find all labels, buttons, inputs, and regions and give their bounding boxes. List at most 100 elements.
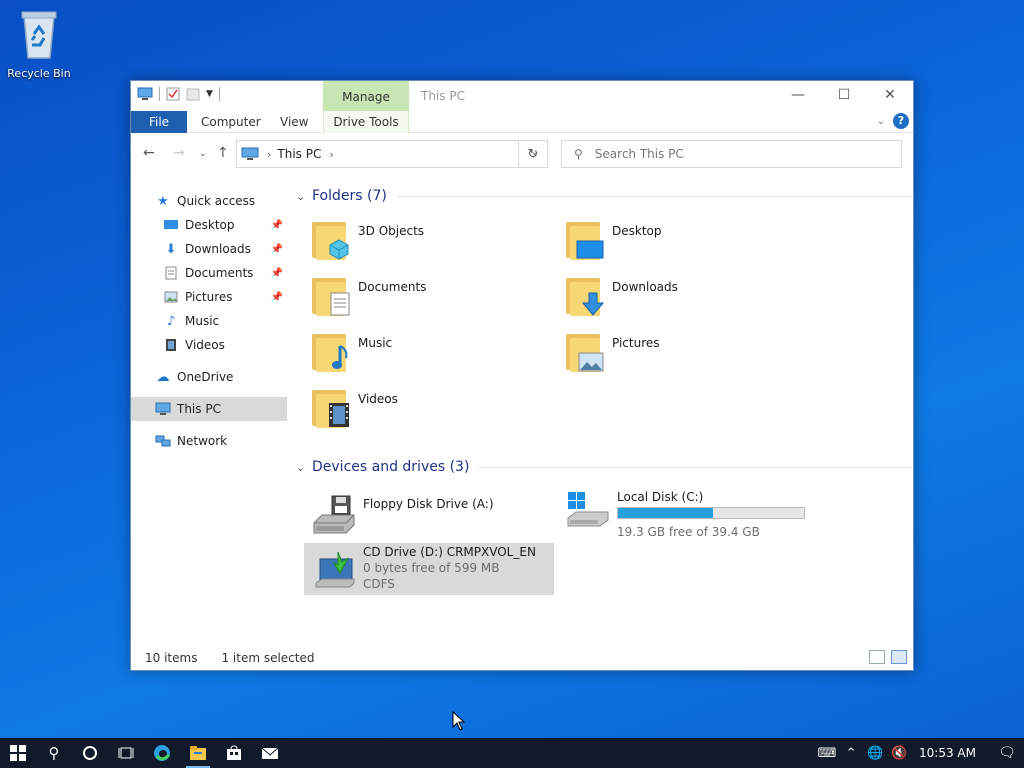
maximize-button[interactable]: ☐ [821,81,867,109]
folder-tile-videos[interactable]: Videos [296,382,546,434]
folder-tile-pictures[interactable]: Pictures [550,326,800,378]
search-box[interactable]: ⚲ [561,140,902,168]
nav-label: OneDrive [177,370,234,384]
task-view-icon [118,747,134,759]
network-globe-icon[interactable]: 🌐 [863,746,887,761]
volume-muted-icon[interactable]: 🔇 [887,746,911,761]
back-arrow-icon[interactable]: ← [143,145,155,161]
address-bar[interactable]: › This PC › ⌄ [236,140,548,168]
mail-icon [261,747,279,759]
up-arrow-icon[interactable]: ↑ [217,145,229,161]
folder-tile-desktop[interactable]: Desktop [550,214,800,266]
nav-label: Downloads [185,242,251,256]
drives-group-header[interactable]: ⌄ Devices and drives (3) [296,457,911,477]
nav-item-documents[interactable]: Documents 📌 [131,261,287,285]
expand-ribbon-icon[interactable]: ⌄ [877,116,885,127]
chevron-down-icon[interactable]: ⌄ [296,461,306,474]
search-icon: ⚲ [574,147,583,161]
system-tray: ⌨ ⌃ 🌐 🔇 10:53 AM 🗨 [815,738,1024,768]
folder-name: Desktop [612,224,662,238]
document-icon [163,265,179,281]
taskbar-mail[interactable] [252,738,288,768]
nav-item-music[interactable]: ♪ Music [131,309,287,333]
title-bar[interactable]: ▼ Manage This PC — ☐ ✕ [131,81,913,111]
file-explorer-window[interactable]: ▼ Manage This PC — ☐ ✕ File Computer Vie… [130,80,914,671]
folder-tile-downloads[interactable]: Downloads [550,270,800,322]
cloud-icon: ☁ [156,369,170,385]
show-hidden-icons-chevron-icon[interactable]: ⌃ [839,746,863,761]
breadcrumb-this-pc[interactable]: This PC [277,147,321,161]
status-selection: 1 item selected [221,651,315,665]
folder-icon [312,386,354,430]
refresh-button[interactable]: ↻ [518,140,548,168]
nav-this-pc[interactable]: This PC [131,397,287,421]
drive-filesystem: CDFS [363,577,395,591]
clock[interactable]: 10:53 AM [919,746,976,760]
film-icon [163,337,179,353]
folder-tile-3d-objects[interactable]: 3D Objects [296,214,546,266]
nav-network[interactable]: Network [131,429,287,453]
pin-icon[interactable]: 📌 [271,244,283,255]
folders-group-header[interactable]: ⌄ Folders (7) [296,186,911,206]
pin-icon[interactable]: 📌 [271,292,283,303]
drives-grid: Floppy Disk Drive (A:) Local Disk (C:) 1… [296,477,911,597]
star-icon: ★ [157,193,169,209]
task-view-button[interactable] [108,738,144,768]
taskbar-search-button[interactable]: ⚲ [36,738,72,768]
breadcrumb-chevron-icon[interactable]: › [329,148,333,161]
properties-icon[interactable] [166,87,180,101]
file-explorer-icon [190,746,206,760]
nav-item-downloads[interactable]: ⬇ Downloads 📌 [131,237,287,261]
folder-name: Videos [358,392,398,406]
folder-icon [566,218,608,262]
drive-name: Floppy Disk Drive (A:) [363,497,494,511]
drive-tile-local-disk-c[interactable]: Local Disk (C:) 19.3 GB free of 39.4 GB [558,482,808,539]
nav-item-desktop[interactable]: Desktop 📌 [131,213,287,237]
forward-arrow-icon[interactable]: → [173,145,185,161]
help-button[interactable]: ? [893,113,909,129]
edge-icon [154,745,171,761]
quick-access-toolbar: ▼ [137,87,220,101]
nav-quick-access[interactable]: ★ Quick access [131,189,287,213]
qat-dropdown-icon[interactable]: ▼ [206,89,213,99]
drive-tile-floppy[interactable]: Floppy Disk Drive (A:) [304,489,554,541]
pin-icon[interactable]: 📌 [271,268,283,279]
taskbar-edge[interactable] [144,738,180,768]
taskbar-store[interactable] [216,738,252,768]
new-folder-icon[interactable] [186,87,200,101]
tab-view[interactable]: View [266,111,322,133]
close-button[interactable]: ✕ [867,81,913,109]
tab-computer[interactable]: Computer [187,111,275,133]
start-button[interactable] [0,738,36,768]
folder-icon [566,330,608,374]
download-arrow-icon [582,292,604,316]
nav-onedrive[interactable]: ☁ OneDrive [131,365,287,389]
details-view-icon[interactable] [869,650,885,664]
cd-drive-icon [315,551,355,588]
cortana-button[interactable] [72,738,108,768]
search-input[interactable] [594,147,885,161]
recent-locations-icon[interactable]: ⌄ [199,149,207,159]
keyboard-icon[interactable]: ⌨ [815,746,839,761]
tab-file[interactable]: File [131,111,187,133]
desktop-icon-recycle-bin[interactable]: Recycle Bin [4,8,74,80]
large-icons-view-icon[interactable] [891,650,907,664]
group-title: Devices and drives (3) [312,459,470,475]
music-note-icon: ♪ [166,313,176,329]
mouse-cursor-icon [452,711,466,731]
taskbar-file-explorer[interactable] [180,738,216,768]
breadcrumb-chevron-icon[interactable]: › [267,148,271,161]
nav-item-pictures[interactable]: Pictures 📌 [131,285,287,309]
chevron-down-icon[interactable]: ⌄ [296,190,306,203]
folder-tile-documents[interactable]: Documents [296,270,546,322]
drive-tile-cd-d[interactable]: CD Drive (D:) CRMPXVOL_EN 0 bytes free o… [304,543,554,595]
cortana-icon [83,746,97,760]
action-center-icon[interactable]: 🗨 [990,745,1024,761]
tab-manage[interactable]: Manage [323,81,409,111]
minimize-button[interactable]: — [775,81,821,109]
pin-icon[interactable]: 📌 [271,220,283,231]
folders-grid: 3D Objects Desktop Documents Downloads M… [296,206,911,436]
tab-drive-tools[interactable]: Drive Tools [323,111,409,133]
nav-item-videos[interactable]: Videos [131,333,287,357]
folder-tile-music[interactable]: Music [296,326,546,378]
